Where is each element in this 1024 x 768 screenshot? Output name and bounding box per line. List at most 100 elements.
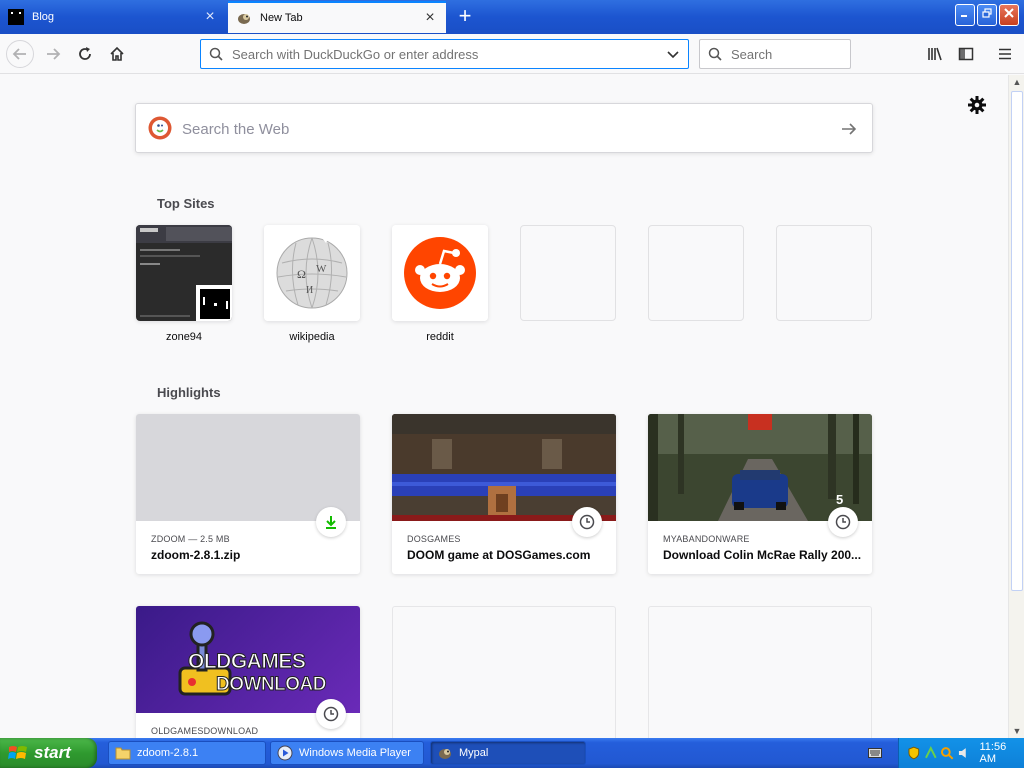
- windows-taskbar: start zdoom-2.8.1 Windows Media Player M…: [0, 738, 1024, 768]
- highlight-placeholder: [648, 606, 872, 738]
- home-button[interactable]: [103, 40, 131, 68]
- scroll-up-arrow-icon[interactable]: ▲: [1010, 75, 1024, 89]
- chevron-down-icon[interactable]: [666, 47, 680, 61]
- top-site-empty[interactable]: [776, 225, 872, 331]
- web-search-box[interactable]: [135, 103, 873, 153]
- start-label: start: [34, 743, 71, 762]
- top-site-reddit[interactable]: reddit: [392, 225, 488, 343]
- minimize-button[interactable]: [955, 4, 975, 26]
- taskbar-item-label: zdoom-2.8.1: [137, 747, 199, 759]
- top-site-label: zone94: [165, 331, 203, 343]
- reload-button[interactable]: [71, 40, 99, 68]
- top-site-placeholder[interactable]: [648, 225, 744, 321]
- highlight-badge: [572, 507, 602, 537]
- mypal-favicon: [238, 14, 250, 24]
- new-tab-page: Top Sites zone94: [0, 75, 1008, 738]
- svg-text:Ω: Ω: [297, 267, 306, 281]
- close-tab-icon[interactable]: ×: [202, 9, 218, 25]
- highlight-title: Download Colin McRae Rally 200...: [663, 548, 862, 562]
- start-button[interactable]: start: [0, 738, 97, 768]
- security-shield-icon[interactable]: [907, 746, 921, 760]
- top-site-placeholder[interactable]: [520, 225, 616, 321]
- oldgames-logo-text-1: OLDGAMES: [187, 650, 306, 674]
- top-site-empty[interactable]: [648, 225, 744, 331]
- restore-icon: [982, 8, 992, 18]
- scroll-down-arrow-icon[interactable]: ▼: [1010, 724, 1024, 738]
- back-arrow-icon: [12, 48, 26, 60]
- address-input[interactable]: [232, 44, 652, 64]
- hamburger-menu-icon: [999, 48, 1011, 60]
- library-icon: [928, 47, 942, 61]
- highlight-card[interactable]: 5 MYABANDONWARE Download Colin McRae Ral…: [648, 414, 872, 574]
- restore-button[interactable]: [977, 4, 997, 26]
- new-tab-button[interactable]: +: [454, 5, 476, 28]
- highlight-placeholder: [392, 606, 616, 738]
- tab-new-tab[interactable]: New Tab ×: [228, 1, 446, 33]
- duckduckgo-logo-icon: [148, 116, 172, 140]
- top-site-empty[interactable]: [520, 225, 616, 331]
- top-site-thumbnail[interactable]: [392, 225, 488, 321]
- vertical-scrollbar[interactable]: ▲ ▼: [1008, 75, 1024, 738]
- highlight-card[interactable]: OLDGAMES DOWNLOAD OLDGAMESDOWNLOAD: [136, 606, 360, 738]
- oldgames-logo-image: OLDGAMES DOWNLOAD: [136, 606, 360, 713]
- forward-button[interactable]: [39, 40, 67, 68]
- blog-favicon: [8, 9, 24, 25]
- sidebar-icon: [958, 47, 974, 61]
- search-icon: [708, 47, 722, 61]
- svg-text:И: И: [306, 285, 313, 296]
- search-bar[interactable]: [699, 39, 851, 69]
- sidebar-toggle-button[interactable]: [952, 40, 980, 68]
- highlight-source: ZDOOM — 2.5 MB: [151, 534, 230, 544]
- highlight-badge: [828, 507, 858, 537]
- top-site-thumbnail[interactable]: [136, 225, 232, 321]
- taskbar-item-mypal[interactable]: Mypal: [430, 741, 586, 765]
- highlight-badge: [316, 699, 346, 729]
- rally-screenshot: 5: [648, 414, 872, 521]
- wikipedia-globe-icon: Ω W И: [264, 225, 360, 321]
- minimize-icon: [961, 15, 967, 17]
- tab-blog[interactable]: Blog ×: [0, 1, 226, 33]
- mypal-icon: [439, 749, 451, 759]
- web-search-input[interactable]: [182, 118, 822, 140]
- search-tray-icon[interactable]: [940, 746, 954, 760]
- scrollbar-thumb[interactable]: [1011, 91, 1023, 591]
- top-site-zone94[interactable]: zone94: [136, 225, 232, 343]
- back-button[interactable]: [6, 40, 34, 68]
- taskbar-item-media-player[interactable]: Windows Media Player: [270, 741, 424, 765]
- clock[interactable]: 11:56 AM: [980, 741, 1024, 765]
- top-site-thumbnail[interactable]: Ω W И: [264, 225, 360, 321]
- clock-icon: [579, 514, 595, 530]
- highlight-source: MYABANDONWARE: [663, 534, 750, 544]
- arrow-right-icon[interactable]: [840, 120, 858, 138]
- network-icon[interactable]: [924, 746, 938, 760]
- top-site-label: reddit: [426, 331, 454, 343]
- highlight-card[interactable]: DOSGAMES DOOM game at DOSGames.com: [392, 414, 616, 574]
- highlight-source: DOSGAMES: [407, 534, 461, 544]
- window-close-button[interactable]: [999, 4, 1019, 26]
- menu-button[interactable]: [991, 40, 1019, 68]
- rally-position-number: 5: [836, 492, 844, 507]
- close-icon: [1004, 8, 1014, 18]
- zone94-screenshot: [136, 225, 232, 321]
- library-button[interactable]: [921, 40, 949, 68]
- search-input[interactable]: [731, 44, 841, 64]
- system-tray: 11:56 AM: [898, 738, 1024, 768]
- gear-icon[interactable]: [967, 95, 987, 115]
- search-icon: [209, 47, 223, 61]
- keyboard-layout-icon[interactable]: [868, 747, 882, 759]
- volume-icon[interactable]: [957, 746, 971, 760]
- top-site-wikipedia[interactable]: Ω W И wikipedia: [264, 225, 360, 343]
- top-site-label: wikipedia: [289, 331, 335, 343]
- highlight-card[interactable]: ZDOOM — 2.5 MB zdoom-2.8.1.zip: [136, 414, 360, 574]
- close-tab-icon[interactable]: ×: [422, 10, 438, 26]
- highlights-heading: Highlights: [157, 385, 221, 400]
- download-icon: [326, 516, 336, 529]
- top-site-placeholder[interactable]: [776, 225, 872, 321]
- highlight-source: OLDGAMESDOWNLOAD: [151, 726, 259, 736]
- taskbar-item-zdoom[interactable]: zdoom-2.8.1: [108, 741, 266, 765]
- clock-icon: [835, 514, 851, 530]
- taskbar-item-label: Windows Media Player: [299, 747, 411, 759]
- reload-icon: [79, 47, 91, 60]
- reddit-logo-icon: [392, 225, 488, 321]
- address-bar[interactable]: [200, 39, 689, 69]
